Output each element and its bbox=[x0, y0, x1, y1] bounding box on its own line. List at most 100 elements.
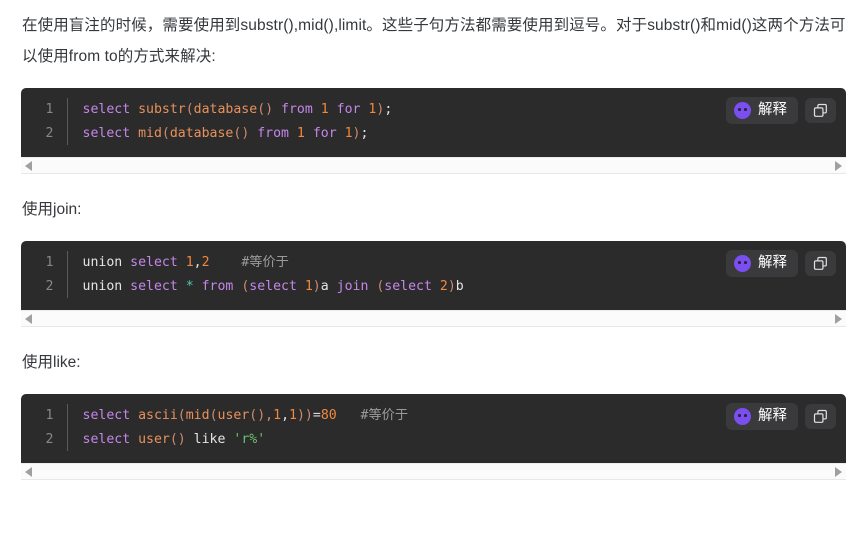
code-token-string: 'r%' bbox=[233, 431, 266, 447]
code-token-number: 2 bbox=[201, 255, 210, 270]
code-line-row: 1 select substr(database() from 1 for 1); bbox=[21, 98, 846, 122]
code-token-paren: () bbox=[257, 102, 282, 117]
copy-icon bbox=[813, 256, 827, 270]
ai-assistant-avatar-icon bbox=[734, 408, 751, 425]
code-token-keyword: select bbox=[82, 431, 139, 447]
ai-assistant-avatar-icon bbox=[734, 255, 751, 272]
code-token-plain: ; bbox=[384, 102, 393, 117]
code-token-number: 1 bbox=[185, 255, 194, 270]
code-token-number: 1 bbox=[273, 408, 282, 423]
code-token-number: 1 bbox=[344, 125, 353, 141]
code-token-keyword: from bbox=[201, 278, 242, 294]
code-token-paren: ) bbox=[352, 125, 361, 141]
code-token-star: * bbox=[185, 278, 202, 294]
code-surface: 解释 1 select ascii(mid(user(),1,1))=80 #等价… bbox=[21, 394, 846, 463]
code-token-function: ascii bbox=[138, 408, 178, 423]
code-token-plain: union bbox=[82, 255, 131, 270]
code-token-function: database bbox=[193, 102, 258, 117]
code-token-keyword: select bbox=[249, 278, 305, 294]
triangle-left-icon[interactable] bbox=[25, 313, 32, 324]
code-token-keyword: from bbox=[257, 125, 297, 141]
copy-icon bbox=[813, 409, 827, 423]
code-token-number: 1 bbox=[296, 125, 305, 141]
explain-button[interactable]: 解释 bbox=[726, 403, 798, 430]
code-toolbar: 解释 bbox=[726, 250, 836, 277]
code-lines[interactable]: 1 select substr(database() from 1 for 1);… bbox=[21, 98, 846, 145]
code-token-function: substr bbox=[138, 102, 186, 117]
horizontal-scrollbar[interactable] bbox=[21, 463, 846, 480]
triangle-right-icon[interactable] bbox=[835, 466, 842, 477]
triangle-left-icon[interactable] bbox=[25, 160, 32, 171]
code-token-plain: a bbox=[320, 278, 337, 294]
explain-button-label: 解释 bbox=[758, 102, 787, 118]
explain-button[interactable]: 解释 bbox=[726, 250, 798, 277]
code-token-keyword: select bbox=[82, 102, 139, 117]
code-line-row: 1 union select 1,2 #等价于 bbox=[21, 251, 846, 275]
code-line-content[interactable]: select user() like 'r%' bbox=[67, 428, 846, 452]
code-token-plain: ; bbox=[360, 125, 369, 141]
intro-paragraph: 在使用盲注的时候，需要使用到substr(),mid(),limit。这些子句方… bbox=[22, 17, 846, 65]
copy-button[interactable] bbox=[805, 98, 836, 123]
horizontal-scrollbar[interactable] bbox=[21, 310, 846, 327]
triangle-left-icon[interactable] bbox=[25, 466, 32, 477]
code-token-keyword: join bbox=[336, 278, 377, 294]
code-token-plain: , bbox=[281, 408, 290, 423]
explain-button[interactable]: 解释 bbox=[726, 97, 798, 124]
code-token-keyword: from bbox=[281, 102, 321, 117]
code-token-plain: b bbox=[455, 278, 464, 294]
code-lines[interactable]: 1 union select 1,2 #等价于 2 union select * fr… bbox=[21, 251, 846, 298]
code-token-plain: like bbox=[193, 431, 234, 447]
code-token-function: mid bbox=[138, 125, 162, 141]
code-token-number: 1 bbox=[289, 408, 297, 423]
code-lines[interactable]: 1 select ascii(mid(user(),1,1))=80 #等价于 2 s… bbox=[21, 404, 846, 451]
code-token-number: 2 bbox=[439, 278, 448, 294]
code-token-comment: #等价于 bbox=[360, 408, 409, 423]
copy-button[interactable] bbox=[805, 404, 836, 429]
scrollbar-track[interactable] bbox=[32, 311, 835, 326]
code-token-paren: () bbox=[169, 431, 194, 447]
code-token-keyword: for bbox=[312, 125, 345, 141]
copy-icon bbox=[813, 103, 827, 117]
line-number: 2 bbox=[21, 274, 68, 298]
code-token-operator: = bbox=[312, 408, 321, 423]
code-token-comment: #等价于 bbox=[241, 255, 289, 270]
code-block-substr-mid: 解释 1 select substr(database() from 1 for … bbox=[21, 88, 846, 174]
triangle-right-icon[interactable] bbox=[835, 160, 842, 171]
heading-like: 使用like: bbox=[22, 354, 81, 371]
code-token-paren: )) bbox=[296, 408, 313, 423]
code-token-paren: ( bbox=[185, 102, 194, 117]
line-number: 2 bbox=[21, 427, 68, 451]
code-line-content[interactable]: union select * from (select 1)a join (se… bbox=[67, 275, 846, 299]
code-token-plain: union bbox=[82, 278, 131, 294]
code-block-join: 解释 1 union select 1,2 #等价于 2 union select *… bbox=[21, 241, 846, 327]
triangle-right-icon[interactable] bbox=[835, 313, 842, 324]
code-toolbar: 解释 bbox=[726, 403, 836, 430]
code-token-paren: (), bbox=[249, 408, 274, 423]
code-token-keyword: select bbox=[384, 278, 440, 294]
explain-button-label: 解释 bbox=[758, 408, 787, 424]
code-token-paren: ( bbox=[161, 125, 170, 141]
code-token-paren: () bbox=[233, 125, 258, 141]
code-line-row: 2 select mid(database() from 1 for 1); bbox=[21, 121, 846, 146]
line-number: 2 bbox=[21, 121, 68, 145]
code-surface: 解释 1 union select 1,2 #等价于 2 union select *… bbox=[21, 241, 846, 310]
scrollbar-track[interactable] bbox=[32, 158, 835, 173]
code-token-keyword: select bbox=[82, 408, 139, 423]
horizontal-scrollbar[interactable] bbox=[21, 157, 846, 174]
code-line-content[interactable]: select mid(database() from 1 for 1); bbox=[67, 122, 846, 146]
line-number: 1 bbox=[21, 404, 68, 428]
code-token-function: mid bbox=[185, 408, 210, 423]
code-line-row: 2 union select * from (select 1)a join (s… bbox=[21, 274, 846, 299]
heading-join: 使用join: bbox=[22, 201, 82, 218]
code-line-row: 2 select user() like 'r%' bbox=[21, 427, 846, 452]
code-token-function: user bbox=[217, 408, 250, 423]
copy-button[interactable] bbox=[805, 251, 836, 276]
scrollbar-track[interactable] bbox=[32, 464, 835, 479]
